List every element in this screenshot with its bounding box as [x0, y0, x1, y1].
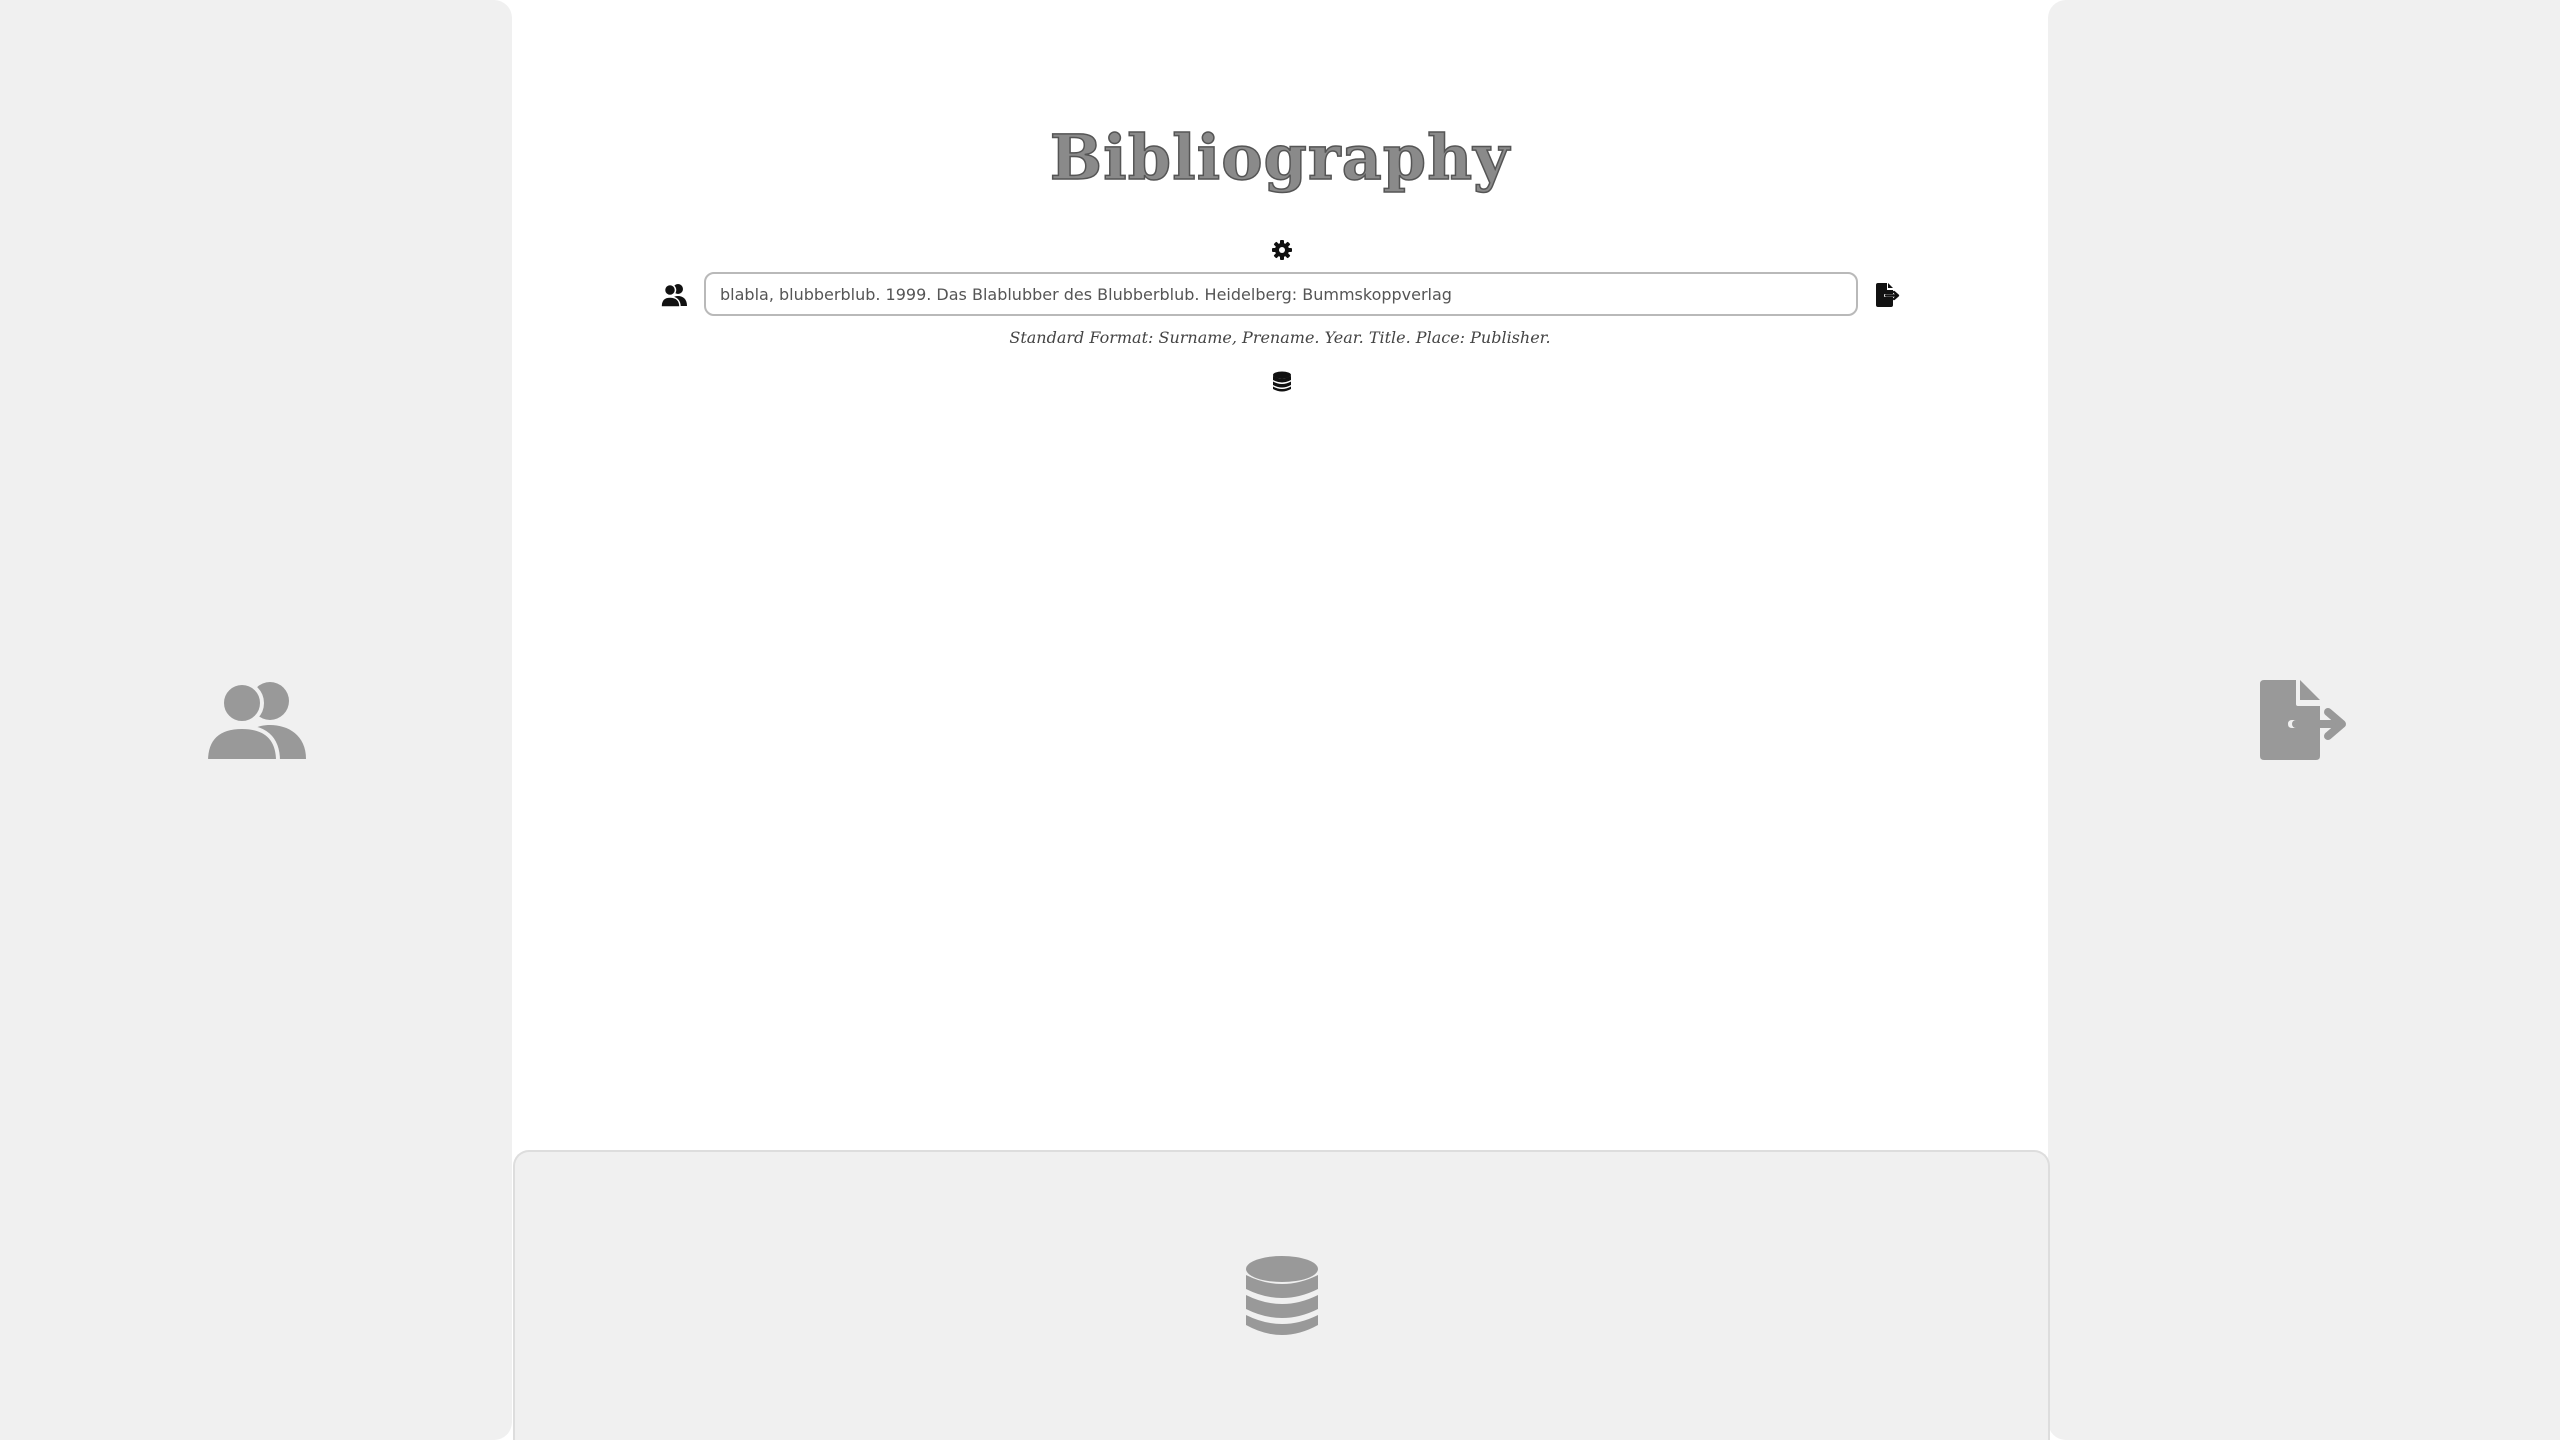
export-panel[interactable] — [2048, 0, 2560, 1440]
gear-icon — [1272, 240, 1292, 260]
export-button[interactable] — [1874, 282, 1900, 308]
file-export-small-icon — [1876, 283, 1900, 307]
database-small-icon — [1273, 371, 1291, 392]
bibliography-entry-input[interactable] — [704, 272, 1858, 316]
database-button[interactable] — [1270, 370, 1294, 394]
users-icon — [204, 679, 308, 761]
authors-button[interactable] — [660, 282, 688, 308]
settings-button[interactable] — [1270, 238, 1294, 262]
entry-row — [512, 272, 2048, 318]
users-small-icon — [660, 283, 687, 308]
file-export-icon — [2256, 678, 2352, 762]
main-content: Bibliography blabla, blubberblub. 1999. … — [512, 0, 2048, 1150]
page: Bibliography blabla, blubberblub. 1999. … — [0, 0, 2560, 1440]
page-title: Bibliography — [1049, 120, 1511, 195]
database-panel[interactable] — [513, 1150, 2050, 1440]
database-icon — [1244, 1255, 1320, 1440]
format-hint: Standard Format: Surname, Prename. Year.… — [1009, 328, 1551, 347]
authors-panel[interactable] — [0, 0, 512, 1440]
